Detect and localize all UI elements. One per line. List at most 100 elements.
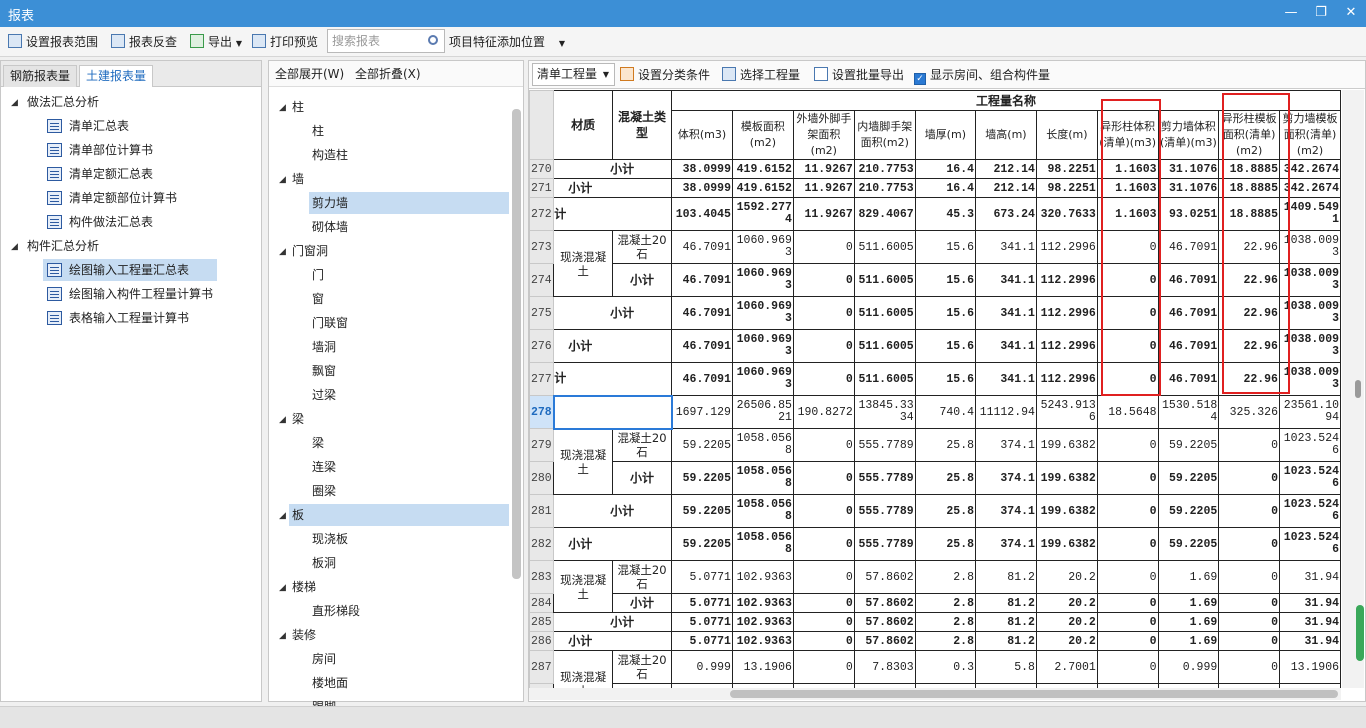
table-row[interactable]: 278 1697.129 26506.8521 190.8272 13845.3334 7… — [529, 394, 1341, 430]
value-cell[interactable]: 98.2251 — [1035, 159, 1098, 179]
subtotal-label[interactable]: 小计 — [553, 296, 673, 330]
value-cell[interactable]: 1060.9693 — [731, 230, 794, 264]
value-cell[interactable]: 1058.0568 — [731, 527, 794, 561]
value-cell[interactable]: 0 — [1218, 494, 1280, 528]
value-cell[interactable]: 20.2 — [1035, 560, 1098, 594]
collapse-all-button[interactable]: 全部折叠(X) — [355, 65, 421, 83]
value-cell[interactable]: 555.7789 — [853, 494, 916, 528]
subtotal-label[interactable]: 小计 — [611, 461, 673, 495]
table-row[interactable]: 280 小计 59.2205 1058.0568 0 555.7789 25.8 374.1 1… — [529, 461, 1341, 495]
value-cell[interactable]: 511.6005 — [853, 296, 916, 330]
tree-item-bill-quota-summary[interactable]: 清单定额汇总表 — [47, 163, 153, 185]
value-cell[interactable]: 0 — [792, 494, 855, 528]
value-cell[interactable]: 0 — [1096, 494, 1159, 528]
value-cell[interactable]: 0 — [1218, 631, 1280, 651]
value-cell[interactable]: 0 — [792, 428, 855, 462]
value-cell[interactable]: 38.0999 — [671, 178, 733, 198]
horizontal-scroll-thumb[interactable] — [730, 690, 1338, 698]
table-row[interactable]: 286 小计 5.0771 102.9363 0 57.8602 2.8 81.2 20.2 0 1… — [529, 631, 1341, 651]
value-cell[interactable]: 210.7753 — [853, 159, 916, 179]
value-cell[interactable]: 13.1906 — [731, 650, 794, 684]
expand-all-button[interactable]: 全部展开(W) — [275, 65, 344, 83]
value-cell[interactable]: 0 — [1218, 527, 1280, 561]
collapse-arrow-icon[interactable]: ◢ — [279, 247, 286, 257]
value-cell[interactable]: 46.7091 — [671, 362, 733, 396]
value-cell[interactable]: 15.6 — [914, 263, 977, 297]
value-cell[interactable]: 15.6 — [914, 329, 977, 363]
value-cell[interactable]: 81.2 — [975, 593, 1037, 613]
value-cell[interactable]: 0 — [792, 527, 855, 561]
value-cell[interactable]: 11.9267 — [792, 178, 855, 198]
tree-item-0-1[interactable]: 构造柱 — [309, 144, 348, 166]
value-cell[interactable]: 1.1603 — [1096, 159, 1159, 179]
table-row[interactable]: 271 小计 38.0999 419.6152 11.9267 210.7753 16.4 2… — [529, 178, 1341, 198]
tree-item-2-2[interactable]: 门联窗 — [309, 312, 348, 334]
value-cell[interactable]: 0 — [1096, 362, 1159, 396]
search-input[interactable]: 搜索报表 — [327, 29, 445, 53]
value-cell[interactable]: 1023.5246 — [1278, 428, 1341, 462]
value-cell[interactable]: 1592.2774 — [731, 197, 794, 231]
tree-item-2-5[interactable]: 过梁 — [309, 384, 336, 406]
value-cell[interactable]: 31.94 — [1278, 631, 1341, 651]
subtotal-label[interactable]: 小计 — [553, 494, 673, 528]
value-cell[interactable]: 341.1 — [975, 329, 1037, 363]
table-row[interactable]: 287现浇混凝土混凝土20石0.99913.190607.83030.35.82… — [529, 650, 1341, 688]
side-slider-handle[interactable] — [1356, 605, 1364, 661]
subtotal-label[interactable]: 小计 — [553, 612, 673, 632]
tree-item-3-0[interactable]: 梁 — [309, 432, 324, 454]
minimize-button[interactable]: — — [1276, 2, 1306, 24]
value-cell[interactable]: 1038.0093 — [1278, 230, 1341, 264]
value-cell[interactable]: 555.7789 — [853, 428, 916, 462]
tree-item-bill-location[interactable]: 清单部位计算书 — [47, 139, 153, 161]
value-cell[interactable]: 46.7091 — [671, 329, 733, 363]
quantity-type-select[interactable]: 清单工程量 ▼ — [532, 63, 615, 86]
tree-item-3-1[interactable]: 连梁 — [309, 456, 336, 478]
value-cell[interactable]: 0 — [1218, 461, 1280, 495]
value-cell[interactable]: 374.1 — [975, 461, 1037, 495]
value-cell[interactable]: 0 — [1096, 296, 1159, 330]
tree-item-1-1[interactable]: 砌体墙 — [309, 216, 348, 238]
value-cell[interactable]: 1038.0093 — [1278, 296, 1341, 330]
material-cell[interactable]: 现浇混凝土 — [553, 230, 613, 297]
subtotal-label[interactable]: 小计 — [553, 178, 673, 198]
value-cell[interactable]: 23561.1094 — [1278, 395, 1341, 429]
tree-item-1-0[interactable]: 剪力墙 — [309, 192, 509, 214]
value-cell[interactable]: 740.4 — [914, 395, 977, 429]
value-cell[interactable]: 81.2 — [975, 631, 1037, 651]
value-cell[interactable]: 555.7789 — [853, 527, 916, 561]
value-cell[interactable]: 25.8 — [914, 428, 977, 462]
value-cell[interactable]: 20.2 — [1035, 612, 1098, 632]
value-cell[interactable]: 11.9267 — [792, 197, 855, 231]
value-cell[interactable]: 374.1 — [975, 428, 1037, 462]
value-cell[interactable]: 46.7091 — [1157, 362, 1220, 396]
value-cell[interactable]: 0.999 — [671, 650, 733, 684]
value-cell[interactable]: 511.6005 — [853, 362, 916, 396]
value-cell[interactable]: 0 — [792, 650, 855, 684]
concrete-type-cell[interactable]: 混凝土20石 — [611, 560, 673, 594]
value-cell[interactable]: 0 — [792, 461, 855, 495]
value-cell[interactable]: 0 — [1218, 593, 1280, 613]
value-cell[interactable]: 199.6382 — [1035, 428, 1098, 462]
tree-group-1[interactable]: 墙 — [289, 168, 304, 190]
value-cell[interactable]: 374.1 — [975, 494, 1037, 528]
value-cell[interactable]: 341.1 — [975, 263, 1037, 297]
value-cell[interactable]: 374.1 — [975, 527, 1037, 561]
table-row[interactable]: 276 小计 46.7091 1060.9693 0 511.6005 15.6 341.1 1… — [529, 329, 1341, 363]
table-row[interactable]: 279 现浇混凝土 混凝土20石 59.2205 1058.0568 0 555.7789 2… — [529, 428, 1341, 495]
value-cell[interactable]: 46.7091 — [1157, 329, 1220, 363]
value-cell[interactable]: 59.2205 — [671, 494, 733, 528]
value-cell[interactable]: 199.6382 — [1035, 494, 1098, 528]
value-cell[interactable]: 210.7753 — [853, 178, 916, 198]
collapse-arrow-icon[interactable]: ◢ — [279, 415, 286, 425]
value-cell[interactable]: 419.6152 — [731, 159, 794, 179]
tree-item-table-calc[interactable]: 表格输入工程量计算书 — [47, 307, 189, 329]
value-cell[interactable]: 511.6005 — [853, 329, 916, 363]
value-cell[interactable]: 59.2205 — [1157, 494, 1220, 528]
value-cell[interactable]: 0 — [792, 362, 855, 396]
tree-item-5-0[interactable]: 直形梯段 — [309, 600, 360, 622]
value-cell[interactable]: 1.69 — [1157, 593, 1220, 613]
value-cell[interactable]: 0 — [792, 329, 855, 363]
subtotal-label[interactable]: 小计 — [553, 631, 673, 651]
value-cell[interactable]: 57.8602 — [853, 593, 916, 613]
subtotal-label[interactable]: 小计 — [611, 263, 673, 297]
